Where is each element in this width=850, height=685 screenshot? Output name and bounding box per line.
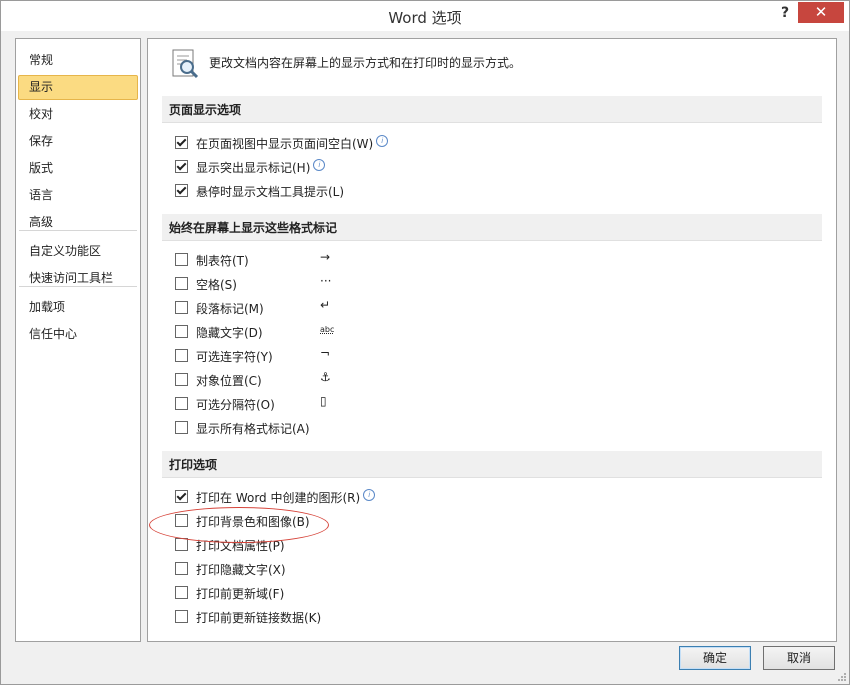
option-label: 显示所有格式标记(A) xyxy=(196,422,310,436)
nav-item-customize-ribbon[interactable]: 自定义功能区 xyxy=(18,239,138,264)
category-nav: 常规 显示 校对 保存 版式 语言 高级 自定义功能区 快速访问工具栏 加载项 … xyxy=(15,38,141,642)
option-label: 打印隐藏文字(X) xyxy=(196,563,286,577)
space-mark-icon: ··· xyxy=(320,274,332,288)
option-label: 可选分隔符(O) xyxy=(196,398,275,412)
option-label: 隐藏文字(D) xyxy=(196,326,263,340)
magnifier-document-icon xyxy=(172,49,199,79)
checkbox[interactable] xyxy=(175,538,188,551)
nav-item-add-ins[interactable]: 加载项 xyxy=(18,295,138,320)
close-button[interactable]: ✕ xyxy=(798,2,844,23)
dialog-client: 常规 显示 校对 保存 版式 语言 高级 自定义功能区 快速访问工具栏 加载项 … xyxy=(1,31,849,684)
cancel-button[interactable]: 取消 xyxy=(763,646,835,670)
option-label: 打印前更新域(F) xyxy=(196,587,285,601)
nav-divider xyxy=(19,230,137,231)
option-label: 打印前更新链接数据(K) xyxy=(196,611,322,625)
checkbox[interactable] xyxy=(175,397,188,410)
info-icon: i xyxy=(313,159,326,171)
nav-divider xyxy=(19,286,137,287)
checkbox[interactable] xyxy=(175,136,188,149)
option-label: 打印在 Word 中创建的图形(R) xyxy=(196,491,361,505)
nav-item-layout[interactable]: 版式 xyxy=(18,156,138,181)
checkbox[interactable] xyxy=(175,253,188,266)
option-label: 制表符(T) xyxy=(196,254,249,268)
nav-item-general[interactable]: 常规 xyxy=(18,48,138,73)
title-bar: Word 选项 ? ✕ xyxy=(1,1,849,31)
display-options-panel: 更改文档内容在屏幕上的显示方式和在打印时的显示方式。 页面显示选项 在页面视图中… xyxy=(147,38,837,642)
word-options-dialog: Word 选项 ? ✕ 常规 显示 校对 保存 版式 语言 高级 自定义功能区 … xyxy=(0,0,850,685)
checkbox[interactable] xyxy=(175,184,188,197)
option-label: 对象位置(C) xyxy=(196,374,262,388)
section-title: 页面显示选项 xyxy=(169,103,242,117)
checkbox[interactable] xyxy=(175,421,188,434)
ok-button[interactable]: 确定 xyxy=(679,646,751,670)
anchor-icon: ⚓ xyxy=(320,370,331,384)
info-icon: i xyxy=(376,135,389,147)
tab-mark-icon: → xyxy=(320,250,331,264)
info-icon: i xyxy=(363,489,376,501)
checkbox[interactable] xyxy=(175,562,188,575)
checkbox[interactable] xyxy=(175,349,188,362)
section-page-display: 页面显示选项 xyxy=(162,96,822,123)
option-label: 段落标记(M) xyxy=(196,302,264,316)
checkbox[interactable] xyxy=(175,325,188,338)
checkbox[interactable] xyxy=(175,301,188,314)
checkbox[interactable] xyxy=(175,610,188,623)
section-title: 始终在屏幕上显示这些格式标记 xyxy=(169,221,338,235)
hidden-text-mark-icon: abc xyxy=(320,325,335,334)
checkbox[interactable] xyxy=(175,490,188,503)
nav-item-trust-center[interactable]: 信任中心 xyxy=(18,322,138,347)
optional-break-mark-icon: ▯ xyxy=(320,394,327,408)
annotation-ellipse xyxy=(149,507,329,543)
help-button[interactable]: ? xyxy=(781,5,789,21)
nav-item-display[interactable]: 显示 xyxy=(18,75,138,100)
nav-item-proofing[interactable]: 校对 xyxy=(18,102,138,127)
section-formatting-marks: 始终在屏幕上显示这些格式标记 xyxy=(162,214,822,241)
checkbox[interactable] xyxy=(175,277,188,290)
checkbox[interactable] xyxy=(175,586,188,599)
nav-item-save[interactable]: 保存 xyxy=(18,129,138,154)
nav-item-quick-access-toolbar[interactable]: 快速访问工具栏 xyxy=(18,266,138,291)
checkbox[interactable] xyxy=(175,160,188,173)
optional-hyphen-mark-icon: ¬ xyxy=(320,346,331,360)
option-label: 显示突出显示标记(H) xyxy=(196,161,311,175)
section-title: 打印选项 xyxy=(169,458,218,472)
nav-item-advanced[interactable]: 高级 xyxy=(18,210,138,235)
option-label: 在页面视图中显示页面间空白(W) xyxy=(196,137,374,151)
option-label: 悬停时显示文档工具提示(L) xyxy=(196,185,345,199)
option-label: 空格(S) xyxy=(196,278,237,292)
header-description: 更改文档内容在屏幕上的显示方式和在打印时的显示方式。 xyxy=(209,56,522,70)
section-print-options: 打印选项 xyxy=(162,451,822,478)
paragraph-mark-icon: ↵ xyxy=(320,298,331,312)
dialog-title: Word 选项 xyxy=(388,9,462,27)
option-label: 可选连字符(Y) xyxy=(196,350,273,364)
checkbox[interactable] xyxy=(175,373,188,386)
nav-item-language[interactable]: 语言 xyxy=(18,183,138,208)
resize-grip-icon[interactable] xyxy=(837,672,847,682)
